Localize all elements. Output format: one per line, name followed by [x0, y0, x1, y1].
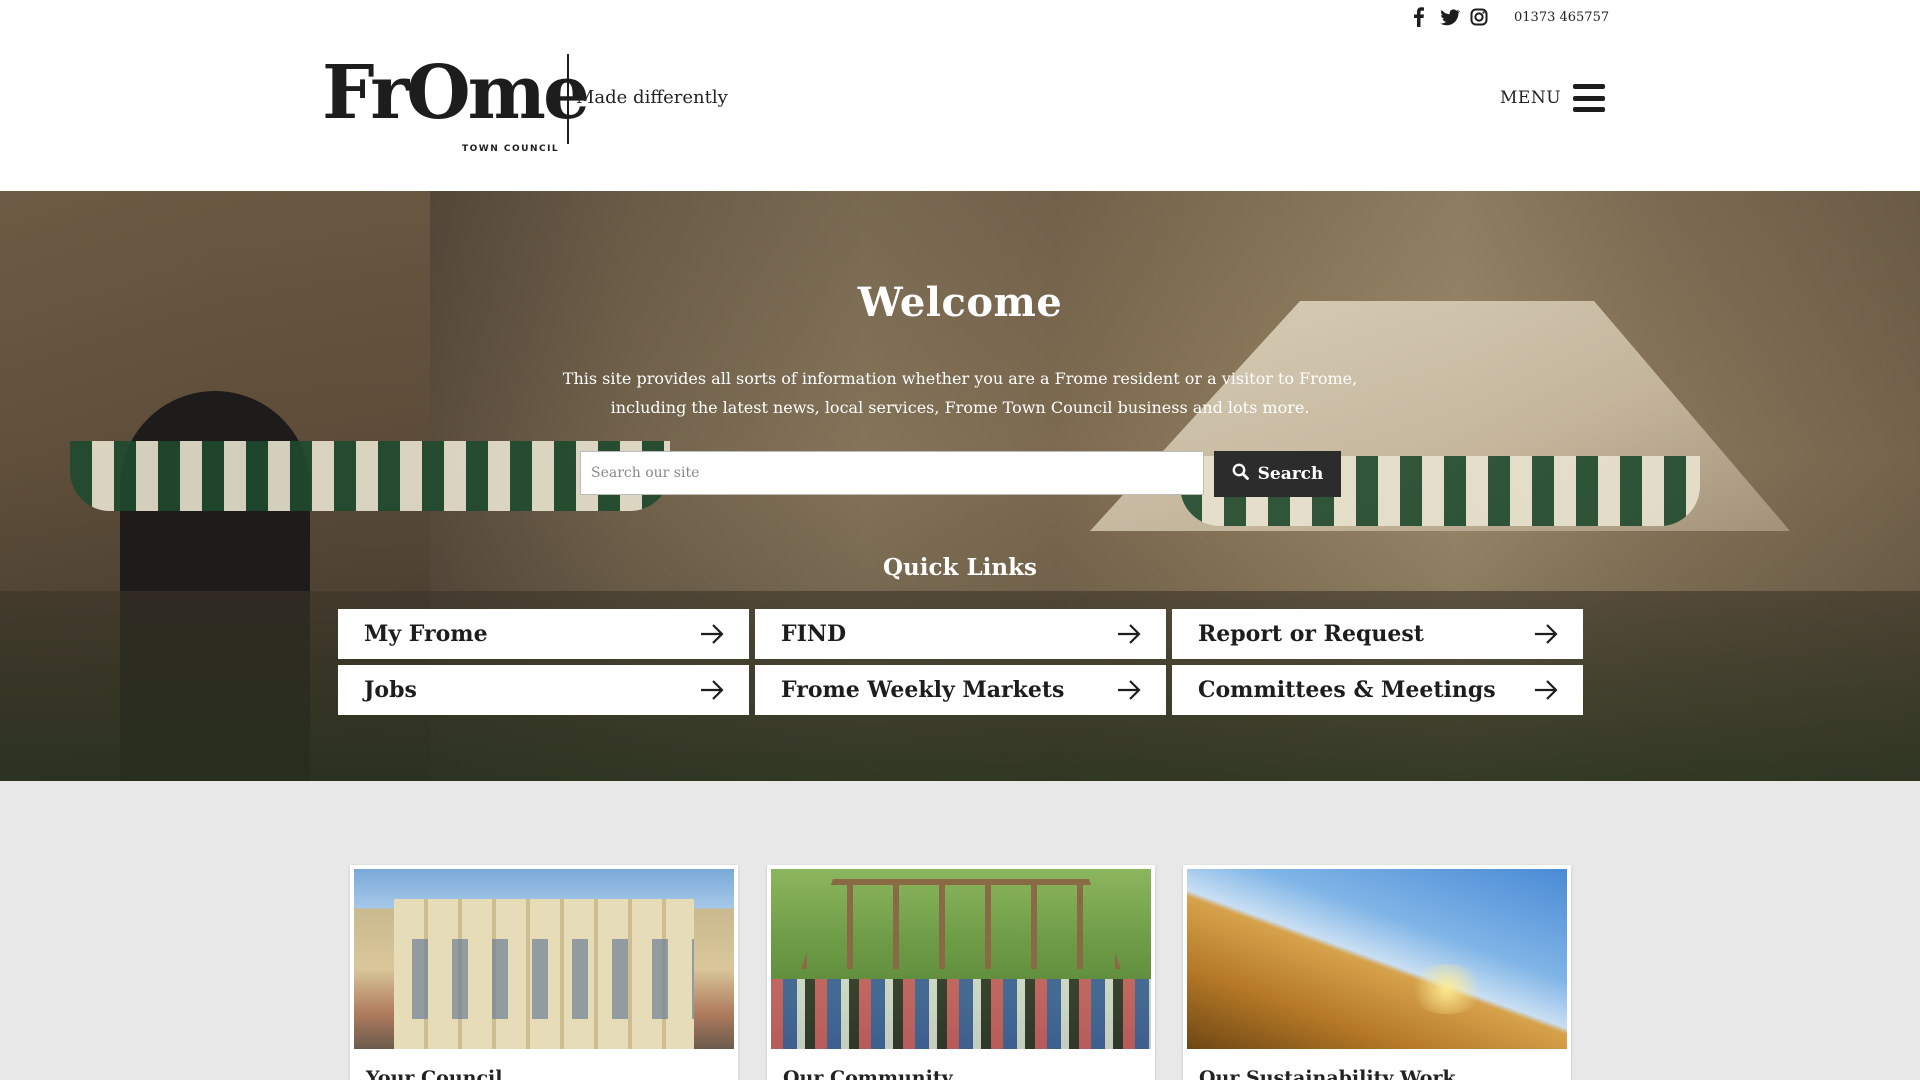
card-title: Our Community	[783, 1067, 953, 1080]
content-section: Your Council Our Community Our Sustainab…	[0, 781, 1920, 1080]
quick-link-label: Frome Weekly Markets	[781, 677, 1065, 703]
arrow-right-icon	[1118, 680, 1141, 700]
hero-intro: This site provides all sorts of informat…	[562, 369, 1358, 417]
menu-label: MENU	[1500, 88, 1562, 108]
frome-logo[interactable]: FrOme TOWN COUNCIL	[322, 56, 590, 166]
card-your-council[interactable]: Your Council	[350, 865, 738, 1080]
search-icon	[1232, 463, 1249, 485]
site-search: Search	[580, 451, 1341, 497]
quick-link-label: Report or Request	[1198, 621, 1424, 647]
hero-section: Welcome This site provides all sorts of …	[0, 191, 1920, 781]
card-image	[771, 869, 1151, 1049]
quick-link-committees-meetings[interactable]: Committees & Meetings	[1172, 665, 1583, 715]
facebook-icon[interactable]	[1410, 7, 1428, 28]
quick-link-report-or-request[interactable]: Report or Request	[1172, 609, 1583, 659]
tagline: Made differently	[576, 87, 728, 108]
utility-bar: 01373 465757	[0, 0, 1920, 36]
card-image	[354, 869, 734, 1049]
quick-link-my-frome[interactable]: My Frome	[338, 609, 749, 659]
search-input[interactable]	[580, 451, 1204, 495]
quick-link-label: Committees & Meetings	[1198, 677, 1496, 703]
arrow-right-icon	[701, 680, 724, 700]
site-header: FrOme TOWN COUNCIL Made differently MENU	[0, 36, 1920, 191]
hero-title: Welcome	[857, 279, 1063, 326]
arrow-right-icon	[701, 624, 724, 644]
quick-link-jobs[interactable]: Jobs	[338, 665, 749, 715]
search-button[interactable]: Search	[1214, 451, 1341, 497]
logo-subtext: TOWN COUNCIL	[462, 144, 560, 154]
card-title: Your Council	[366, 1067, 503, 1080]
twitter-icon[interactable]	[1440, 7, 1461, 27]
arrow-right-icon	[1535, 624, 1558, 644]
card-image	[1187, 869, 1567, 1049]
hamburger-icon	[1573, 84, 1606, 112]
phone-number[interactable]: 01373 465757	[1514, 10, 1609, 25]
quick-links-title: Quick Links	[883, 554, 1037, 581]
arrow-right-icon	[1118, 624, 1141, 644]
social-links	[1410, 7, 1488, 28]
quick-link-find[interactable]: FIND	[755, 609, 1166, 659]
arrow-right-icon	[1535, 680, 1558, 700]
card-our-community[interactable]: Our Community	[767, 865, 1155, 1080]
card-sustainability[interactable]: Our Sustainability Work	[1183, 865, 1571, 1080]
logo-wordmark: FrOme	[322, 50, 590, 136]
logo-divider	[567, 54, 569, 144]
quick-link-label: My Frome	[364, 621, 488, 647]
menu-button[interactable]: MENU	[1500, 84, 1606, 112]
quick-links: My Frome FIND Report or Request Jobs Fro…	[338, 609, 1583, 715]
instagram-icon[interactable]	[1470, 7, 1488, 27]
quick-link-label: Jobs	[364, 677, 417, 703]
quick-link-weekly-markets[interactable]: Frome Weekly Markets	[755, 665, 1166, 715]
search-button-label: Search	[1257, 464, 1324, 484]
card-title: Our Sustainability Work	[1199, 1067, 1456, 1080]
quick-link-label: FIND	[781, 621, 847, 647]
